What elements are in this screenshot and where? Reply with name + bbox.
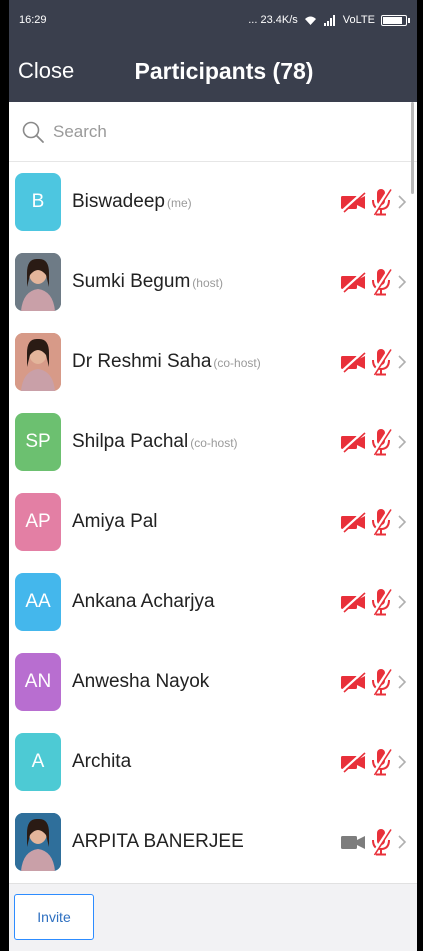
video-off-icon — [341, 271, 366, 293]
participant-name-group: Archita — [72, 751, 339, 773]
participant-role: (co-host) — [213, 356, 261, 370]
chevron-right-icon — [398, 355, 407, 369]
participant-row[interactable]: B Biswadeep (me) — [9, 162, 417, 242]
chevron-right-icon — [398, 275, 407, 289]
header-bar: Close Participants (78) — [9, 40, 417, 102]
battery-icon — [381, 14, 410, 26]
participant-role: (host) — [192, 276, 223, 290]
network-speed: ... 23.4K/s — [248, 14, 298, 26]
avatar-photo — [15, 813, 61, 871]
participant-name: Biswadeep — [72, 191, 165, 212]
avatar: AA — [15, 573, 61, 631]
chevron-right-icon — [398, 195, 407, 209]
avatar: SP — [15, 413, 61, 471]
participant-row[interactable]: AN Anwesha Nayok — [9, 642, 417, 722]
participant-row[interactable]: AP Amiya Pal — [9, 482, 417, 562]
mic-muted-icon — [371, 427, 392, 456]
scrollbar[interactable] — [411, 102, 414, 194]
signal-icon — [323, 14, 335, 26]
mic-muted-icon — [371, 267, 392, 296]
participant-status-icons — [339, 667, 407, 697]
search-bar[interactable] — [9, 102, 417, 162]
video-off-icon — [341, 751, 366, 773]
chevron-right-icon — [398, 435, 407, 449]
participant-status-icons — [339, 267, 407, 297]
video-off-icon — [341, 351, 366, 373]
video-off-icon — [341, 671, 366, 693]
participant-name-group: Shilpa Pachal (co-host) — [72, 431, 339, 453]
mic-muted-icon — [371, 187, 392, 216]
participant-name: Shilpa Pachal — [72, 431, 189, 452]
participant-status-icons — [339, 827, 407, 857]
participant-row[interactable]: Sumki Begum (host) — [9, 242, 417, 322]
participant-name: Dr Reshmi Saha — [72, 351, 212, 372]
avatar: AN — [15, 653, 61, 711]
participant-name-group: Sumki Begum (host) — [72, 271, 339, 293]
participant-status-icons — [339, 747, 407, 777]
avatar: B — [15, 173, 61, 231]
participant-role: (co-host) — [190, 436, 238, 450]
participant-name-group: Ankana Acharjya — [72, 591, 339, 613]
chevron-right-icon — [398, 595, 407, 609]
mic-muted-icon — [371, 747, 392, 776]
mic-muted-icon — [371, 587, 392, 616]
participant-name: Ankana Acharjya — [72, 591, 215, 612]
participant-role: (me) — [166, 196, 192, 210]
footer-bar: Invite — [9, 883, 417, 951]
mic-muted-icon — [371, 667, 392, 696]
search-input[interactable] — [53, 121, 405, 142]
chevron-right-icon — [398, 755, 407, 769]
mic-muted-icon — [371, 347, 392, 376]
participant-status-icons — [339, 587, 407, 617]
mic-muted-icon — [371, 827, 392, 856]
participant-row[interactable]: Dr Reshmi Saha (co-host) — [9, 322, 417, 402]
participant-name: Anwesha Nayok — [72, 671, 210, 692]
participant-status-icons — [339, 427, 407, 457]
chevron-right-icon — [398, 515, 407, 529]
participant-name: Archita — [72, 751, 132, 772]
search-icon — [22, 121, 44, 143]
status-indicators: ... 23.4K/s VoLTE — [248, 14, 410, 26]
wifi-icon — [304, 16, 316, 25]
video-on-icon — [341, 836, 365, 849]
participant-status-icons — [339, 507, 407, 537]
close-button[interactable]: Close — [18, 58, 74, 84]
participant-row[interactable]: A Archita — [9, 722, 417, 802]
participant-name: Sumki Begum — [72, 271, 191, 292]
mic-muted-icon — [371, 507, 392, 536]
participant-list: B Biswadeep (me) Sumki Begum (host) Dr Reshmi… — [9, 162, 417, 882]
video-off-icon — [341, 511, 366, 533]
participant-name: ARPITA BANERJEE — [72, 831, 244, 852]
network-type: VoLTE — [342, 14, 375, 26]
participant-name-group: Dr Reshmi Saha (co-host) — [72, 351, 339, 373]
status-bar: 16:29 ... 23.4K/s VoLTE — [9, 0, 417, 40]
participant-row[interactable]: AA Ankana Acharjya — [9, 562, 417, 642]
participant-name-group: ARPITA BANERJEE — [72, 831, 339, 853]
avatar-photo — [15, 333, 61, 391]
video-off-icon — [341, 191, 366, 213]
participant-row[interactable]: ARPITA BANERJEE — [9, 802, 417, 882]
avatar: AP — [15, 493, 61, 551]
avatar-photo — [15, 253, 61, 311]
status-time: 16:29 — [19, 14, 47, 26]
participant-name: Amiya Pal — [72, 511, 158, 532]
participant-row[interactable]: SP Shilpa Pachal (co-host) — [9, 402, 417, 482]
invite-button[interactable]: Invite — [14, 894, 94, 940]
participant-name-group: Anwesha Nayok — [72, 671, 339, 693]
chevron-right-icon — [398, 675, 407, 689]
video-off-icon — [341, 431, 366, 453]
participant-name-group: Amiya Pal — [72, 511, 339, 533]
participant-name-group: Biswadeep (me) — [72, 191, 339, 213]
avatar: A — [15, 733, 61, 791]
video-off-icon — [341, 591, 366, 613]
participant-status-icons — [339, 187, 407, 217]
participants-screen: 16:29 ... 23.4K/s VoLTE Close Participan… — [9, 0, 417, 951]
chevron-right-icon — [398, 835, 407, 849]
participant-status-icons — [339, 347, 407, 377]
